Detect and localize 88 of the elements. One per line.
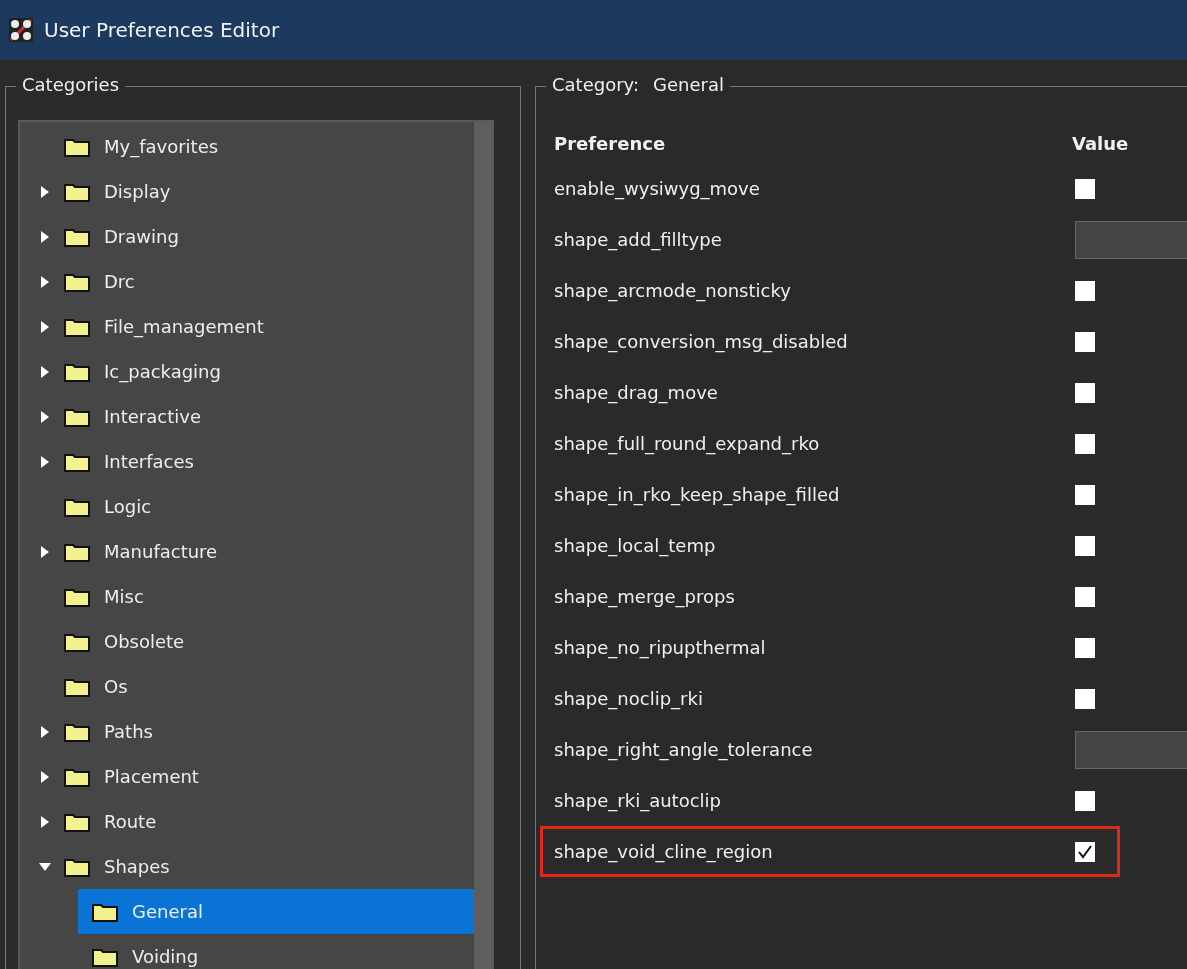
tree-item[interactable]: Obsolete [20, 619, 474, 664]
folder-icon [64, 271, 90, 292]
tree-item[interactable]: General [78, 889, 474, 934]
app-icon [8, 17, 34, 43]
folder-icon [64, 721, 90, 742]
tree-item[interactable]: Misc [20, 574, 474, 619]
tree-item[interactable]: Manufacture [20, 529, 474, 574]
folder-icon [64, 766, 90, 787]
preference-row[interactable]: shape_arcmode_nonsticky [540, 265, 1187, 316]
tree-item[interactable]: Ic_packaging [20, 349, 474, 394]
folder-icon [64, 676, 90, 697]
preference-row[interactable]: enable_wysiwyg_move [540, 163, 1187, 214]
preference-row[interactable]: shape_noclip_rki [540, 673, 1187, 724]
tree-item[interactable]: Interfaces [20, 439, 474, 484]
tree-item[interactable]: My_favorites [20, 124, 474, 169]
preference-row[interactable]: shape_no_ripupthermal [540, 622, 1187, 673]
preference-name: shape_add_filltype [554, 229, 723, 250]
preference-name: shape_arcmode_nonsticky [554, 280, 792, 301]
tree-item[interactable]: Placement [20, 754, 474, 799]
checkbox[interactable] [1075, 790, 1095, 811]
preference-name: shape_merge_props [554, 586, 736, 607]
group-title: Category: [552, 74, 639, 95]
checkbox[interactable] [1075, 535, 1095, 556]
preference-row[interactable]: shape_full_round_expand_rko [540, 418, 1187, 469]
folder-icon [64, 316, 90, 337]
folder-icon [64, 856, 90, 877]
group-title: Categories [22, 74, 120, 95]
preference-row[interactable]: shape_void_cline_region [540, 826, 1187, 877]
tree-item[interactable]: Logic [20, 484, 474, 529]
folder-icon [64, 631, 90, 652]
scrollbar[interactable] [474, 122, 492, 969]
folder-icon [64, 226, 90, 247]
checkbox[interactable] [1075, 637, 1095, 658]
tree-item[interactable]: Route [20, 799, 474, 844]
preference-row[interactable]: shape_drag_move [540, 367, 1187, 418]
checkbox[interactable] [1075, 382, 1095, 403]
tree-item[interactable]: Shapes [20, 844, 474, 889]
checkbox[interactable] [1075, 331, 1095, 352]
checkbox[interactable] [1075, 433, 1095, 454]
folder-icon [92, 901, 118, 922]
category-name: General [653, 74, 724, 95]
preference-row[interactable]: shape_right_angle_tolerance [540, 724, 1187, 775]
column-header: Preference [554, 132, 667, 154]
preference-row[interactable]: shape_local_temp [540, 520, 1187, 571]
preference-name: shape_no_ripupthermal [554, 637, 767, 658]
window-title: User Preferences Editor [44, 18, 280, 42]
preference-name: shape_right_angle_tolerance [554, 739, 814, 760]
preference-row[interactable]: shape_conversion_msg_disabled [540, 316, 1187, 367]
preference-name: enable_wysiwyg_move [554, 178, 761, 199]
folder-icon [64, 586, 90, 607]
checkbox[interactable] [1075, 178, 1095, 199]
tree-item[interactable]: Interactive [20, 394, 474, 439]
tree-item[interactable]: Os [20, 664, 474, 709]
tree-item[interactable]: Paths [20, 709, 474, 754]
checkbox[interactable] [1075, 280, 1095, 301]
preference-row[interactable]: shape_merge_props [540, 571, 1187, 622]
folder-icon [64, 811, 90, 832]
preference-name: shape_rki_autoclip [554, 790, 722, 811]
preference-name: shape_void_cline_region [554, 841, 774, 862]
tree-item[interactable]: File_management [20, 304, 474, 349]
tree-item[interactable]: Drc [20, 259, 474, 304]
tree-item[interactable]: Voiding [78, 934, 474, 969]
checkbox[interactable] [1075, 586, 1095, 607]
tree-item[interactable]: Drawing [20, 214, 474, 259]
preference-name: shape_noclip_rki [554, 688, 704, 709]
folder-icon [64, 451, 90, 472]
preference-row[interactable]: shape_rki_autoclip [540, 775, 1187, 826]
preference-name: shape_drag_move [554, 382, 719, 403]
preference-row[interactable]: shape_add_filltype [540, 214, 1187, 265]
folder-icon [64, 181, 90, 202]
folder-icon [92, 946, 118, 967]
folder-icon [64, 406, 90, 427]
folder-icon [64, 136, 90, 157]
preference-row[interactable]: shape_in_rko_keep_shape_filled [540, 469, 1187, 520]
folder-icon [64, 496, 90, 517]
folder-icon [64, 361, 90, 382]
value-field[interactable] [1075, 220, 1187, 259]
folder-icon [64, 541, 90, 562]
preference-name: shape_conversion_msg_disabled [554, 331, 849, 352]
preference-name: shape_local_temp [554, 535, 717, 556]
checkbox[interactable] [1075, 841, 1095, 862]
preference-name: shape_in_rko_keep_shape_filled [554, 484, 841, 505]
column-header: Value [1072, 132, 1129, 154]
checkbox[interactable] [1075, 484, 1095, 505]
value-field[interactable] [1075, 730, 1187, 769]
tree-item[interactable]: Display [20, 169, 474, 214]
preference-name: shape_full_round_expand_rko [554, 433, 821, 454]
checkbox[interactable] [1075, 688, 1095, 709]
